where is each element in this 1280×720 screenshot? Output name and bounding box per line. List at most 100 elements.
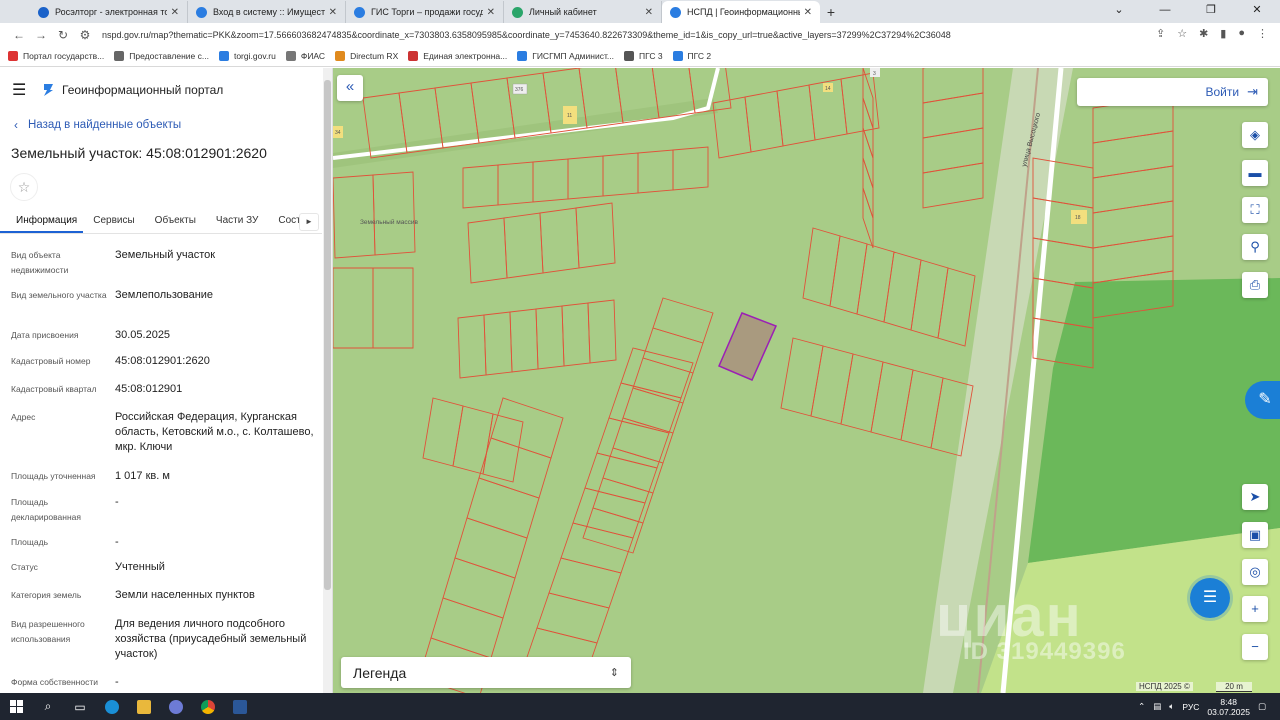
attribute-value[interactable]: Для ведения личного подсобного хозяйства…	[115, 617, 315, 662]
legend-dropdown[interactable]: Легенда ⇕	[341, 657, 631, 688]
attribute-value[interactable]: 1 017 кв. м	[115, 469, 315, 484]
browser-tab[interactable]: Личный кабинет ✕	[504, 1, 662, 23]
start-button[interactable]	[0, 693, 32, 720]
tab-search-icon[interactable]: ⌄	[1096, 0, 1142, 22]
volume-icon[interactable]: 🔈︎	[1169, 701, 1174, 712]
bookmark-item[interactable]: ФИАС	[285, 51, 325, 61]
select-area-button[interactable]: ⛶	[1242, 197, 1268, 223]
minimap-button[interactable]: ▣	[1242, 522, 1268, 548]
bookmark-label: ПГС 2	[687, 51, 712, 61]
favorite-star-icon[interactable]: ☆	[10, 173, 38, 201]
network-icon[interactable]: ▤	[1153, 701, 1161, 712]
share-icon[interactable]: ⇪	[1156, 27, 1165, 40]
close-tab-icon[interactable]: ✕	[804, 7, 812, 18]
zoom-in-button[interactable]: +	[1242, 596, 1268, 622]
close-tab-icon[interactable]: ✕	[329, 7, 337, 18]
back-to-results-link[interactable]: ‹ Назад в найденные объекты	[14, 118, 181, 132]
locate-point-button[interactable]: ◎	[1242, 559, 1268, 585]
attribute-key: Статус	[11, 562, 38, 572]
bookmark-item[interactable]: Портал государств...	[8, 51, 104, 61]
notifications-icon[interactable]: ▢	[1258, 701, 1266, 712]
forward-icon[interactable]: →	[30, 28, 52, 42]
bookmark-star-icon[interactable]: ☆	[1177, 27, 1187, 40]
browser-tab[interactable]: ГИС Торги – продажи государс... ✕	[346, 1, 504, 23]
clock[interactable]: 8:48 03.07.2025	[1207, 697, 1250, 717]
profile-icon[interactable]: ●	[1238, 27, 1245, 40]
chat-icon[interactable]: ☰	[1190, 578, 1230, 618]
attribute-value[interactable]: 30.05.2025	[115, 328, 315, 343]
close-tab-icon[interactable]: ✕	[171, 7, 179, 18]
tab-title: Вход в систему :: Имущественн...	[213, 7, 325, 17]
file-explorer-icon[interactable]	[128, 693, 160, 720]
chrome-icon[interactable]	[192, 693, 224, 720]
search-icon[interactable]: ⌕	[32, 693, 64, 720]
sidepanel-icon[interactable]: ▮	[1220, 27, 1226, 40]
panel-tab[interactable]: Объекты	[145, 208, 206, 233]
close-tab-icon[interactable]: ✕	[487, 7, 495, 18]
clock-time: 8:48	[1220, 696, 1237, 707]
close-window-button[interactable]: ✕	[1234, 0, 1280, 22]
print-button[interactable]: ⎙	[1242, 272, 1268, 298]
collapse-panel-button[interactable]: «	[337, 75, 363, 101]
zoom-out-button[interactable]: −	[1242, 634, 1268, 660]
ruler-button[interactable]: ▬	[1242, 160, 1268, 186]
bookmark-item[interactable]: ГИСГМП Админист...	[517, 51, 614, 61]
parcel-outline	[548, 557, 622, 609]
bookmark-item[interactable]: Directum RX	[335, 51, 398, 61]
attribute-value[interactable]: Земельный участок	[115, 248, 315, 263]
attribute-value[interactable]: Землепользование	[115, 288, 315, 303]
attribute-value[interactable]: Российская Федерация, Курганская область…	[115, 410, 315, 455]
extensions-icon[interactable]: ✱	[1199, 27, 1208, 40]
panel-scrollbar[interactable]	[323, 68, 332, 693]
site-info-icon[interactable]: ⚙	[74, 28, 96, 42]
browser-tab[interactable]: Вход в систему :: Имущественн... ✕	[188, 1, 346, 23]
bookmark-favicon-icon	[408, 51, 419, 61]
attribute-value[interactable]: Учтенный	[115, 560, 315, 575]
map-canvas[interactable]: 376 11 14 18 34 3 улица Высоцкого Земель…	[333, 68, 1280, 693]
task-view-icon[interactable]: ▭	[64, 693, 96, 720]
reload-icon[interactable]: ↻	[52, 28, 74, 42]
clock-date: 03.07.2025	[1207, 706, 1250, 717]
browser-tab[interactable]: НСПД | Геоинформационный п... ✕	[662, 1, 820, 23]
help-icon[interactable]: ✎	[1245, 381, 1280, 419]
object-info-panel: ☰ Геоинформационный портал ‹ Назад в най…	[0, 68, 333, 693]
login-button[interactable]: Войти ⇥	[1077, 78, 1268, 106]
panel-tab[interactable]: Сервисы	[83, 208, 144, 233]
bookmark-item[interactable]: Предоставление с...	[114, 51, 209, 61]
bookmark-item[interactable]: ПГС 3	[623, 51, 663, 61]
app-icon[interactable]	[160, 693, 192, 720]
maximize-button[interactable]: ❐	[1188, 0, 1234, 22]
attribute-value[interactable]: -	[115, 495, 315, 510]
bookmark-item[interactable]: ПГС 2	[672, 51, 712, 61]
bookmark-item[interactable]: torgi.gov.ru	[218, 51, 276, 61]
bookmark-item[interactable]: Единая электронна...	[408, 51, 507, 61]
hamburger-menu-icon[interactable]: ☰	[12, 80, 34, 100]
selected-parcel[interactable]	[718, 312, 778, 381]
share-map-button[interactable]: ⚲	[1242, 234, 1268, 260]
edge-icon[interactable]	[96, 693, 128, 720]
attribute-key: Кадастровый квартал	[11, 384, 97, 394]
word-icon[interactable]	[224, 693, 256, 720]
url-input[interactable]: nspd.gov.ru/map?thematic=PKK&zoom=17.566…	[102, 30, 1182, 40]
geolocate-button[interactable]: ➤	[1242, 484, 1268, 510]
new-tab-button[interactable]: +	[820, 1, 842, 23]
back-icon[interactable]: ←	[8, 28, 30, 42]
attribute-value[interactable]: Земли населенных пунктов	[115, 588, 315, 603]
tray-chevron-icon[interactable]: ⌃	[1138, 701, 1145, 712]
bookmark-favicon-icon	[114, 51, 125, 61]
browser-tab[interactable]: Росэлторг - электронная торгов... ✕	[30, 1, 188, 23]
attribute-value[interactable]: -	[115, 535, 315, 550]
parcel-outline	[457, 314, 487, 379]
attribute-value[interactable]: -	[115, 675, 315, 690]
language-indicator[interactable]: РУС	[1182, 702, 1199, 712]
attribute-value[interactable]: 45:08:012901	[115, 382, 315, 397]
menu-icon[interactable]: ⋮	[1257, 27, 1268, 40]
tabs-scroll-right-button[interactable]: ►	[299, 213, 319, 231]
attribute-value[interactable]: 45:08:012901:2620	[115, 354, 315, 369]
panel-tab[interactable]: Части ЗУ	[206, 208, 268, 233]
layers-button[interactable]: ◈	[1242, 122, 1268, 148]
panel-tab[interactable]: Информация	[0, 208, 84, 233]
parcel-outline	[637, 149, 674, 194]
close-tab-icon[interactable]: ✕	[645, 7, 653, 18]
minimize-button[interactable]: —	[1142, 0, 1188, 22]
